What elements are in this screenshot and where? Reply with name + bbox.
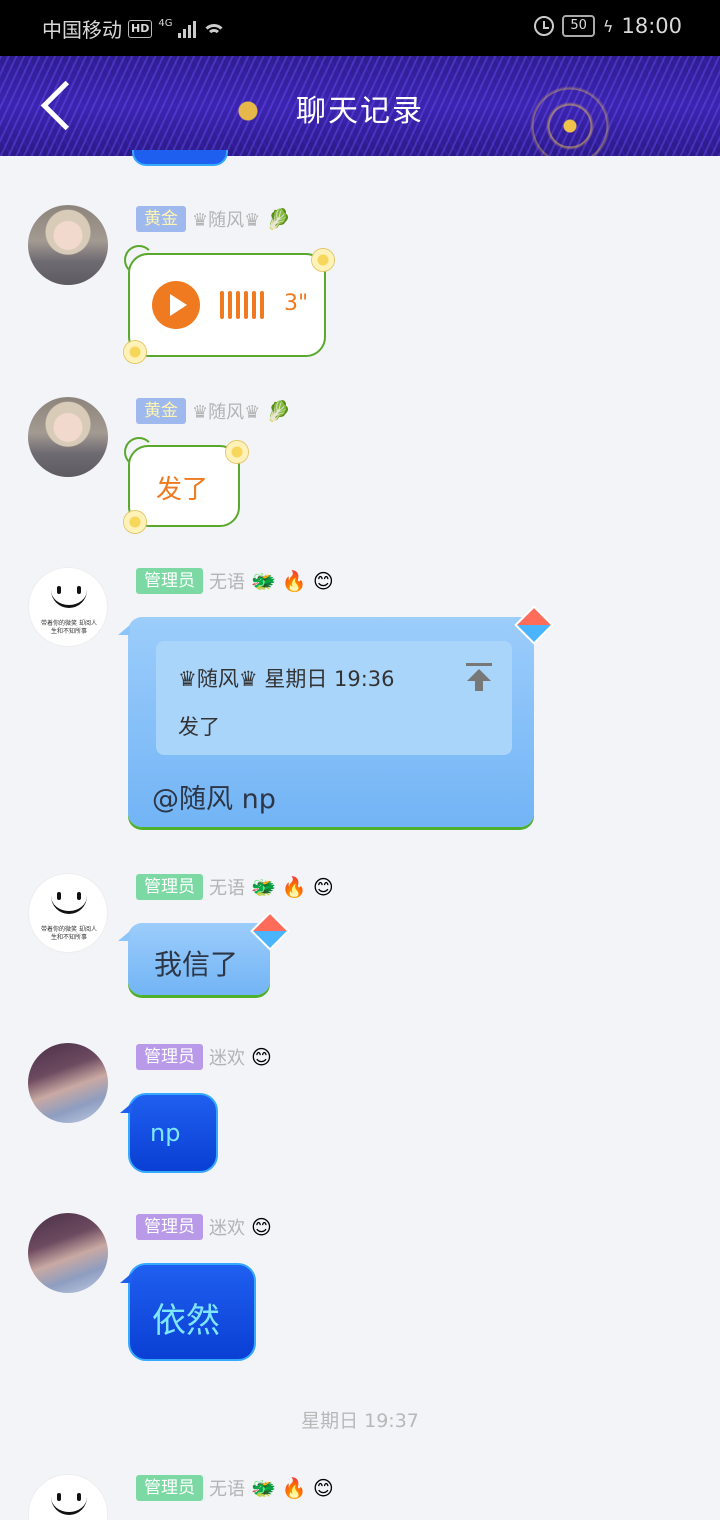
kite-icon [250, 911, 290, 951]
bubble-tail [118, 931, 130, 941]
avatar[interactable]: 带着你的微笑 却阅人生和不知所事 [28, 873, 108, 953]
dragon-icon: 🐲 [251, 1476, 276, 1500]
fire-icon: 🔥 [281, 875, 307, 899]
play-icon[interactable] [152, 281, 200, 329]
message-item: 黄金 ♛随风♛ 🥬 3" [0, 205, 720, 365]
message-item: 带着你的微笑 却阅人生和不知所事 管理员 无语 🐲 🔥 😊 ♛随风♛ 星期日 1… [0, 567, 720, 837]
nickname[interactable]: 无语 [209, 874, 245, 900]
message-text: np [150, 1119, 181, 1147]
message-bubble[interactable]: 依然 [120, 1263, 256, 1361]
message-bubble[interactable]: 发了 [124, 437, 248, 533]
message-item: 带着你的微笑 却阅人生和不知所事 管理员 无语 🐲 🔥 😊 我信了 [0, 873, 720, 1013]
fire-icon: 🔥 [281, 569, 307, 593]
flower-icon [124, 511, 146, 533]
avatar[interactable] [28, 1043, 108, 1123]
smile-icon: 😊 [251, 1045, 272, 1069]
message-text: 依然 [152, 1301, 220, 1341]
flower-icon [226, 441, 248, 463]
quoted-message[interactable]: ♛随风♛ 星期日 19:36 发了 [156, 641, 512, 755]
dragon-icon: 🐲 [251, 875, 276, 899]
charging-icon: ϟ [602, 16, 614, 36]
dragon-icon: 🐲 [251, 569, 276, 593]
nickname[interactable]: 迷欢 [209, 1214, 245, 1240]
message-bubble[interactable]: np [120, 1093, 218, 1173]
nickname[interactable]: ♛随风♛ [192, 398, 260, 424]
vine-decoration [124, 437, 154, 467]
message-meta: 管理员 无语 🐲 🔥 😊 [136, 567, 334, 595]
message-item: 管理员 迷欢 😊 依然 [0, 1213, 720, 1373]
decor-icon: 🥬 [266, 399, 292, 423]
flower-icon [312, 249, 334, 271]
wifi-icon [202, 19, 227, 39]
admin-badge: 管理员 [136, 874, 203, 900]
avatar[interactable] [28, 397, 108, 477]
vine-decoration [124, 245, 154, 275]
bubble-tail [120, 1273, 132, 1283]
network-type: 4G [158, 18, 173, 29]
status-right: 50 ϟ 18:00 [534, 14, 682, 38]
battery-icon: 50 [562, 15, 595, 37]
page-title: 聊天记录 [296, 94, 424, 129]
admin-badge: 管理员 [136, 1475, 203, 1501]
nickname[interactable]: 迷欢 [209, 1044, 245, 1070]
carrier-label: 中国移动 [42, 18, 122, 42]
hd-icon: HD [128, 19, 153, 38]
voice-wave-icon [220, 291, 264, 319]
smile-icon: 😊 [312, 1476, 334, 1500]
reply-bubble[interactable]: ♛随风♛ 星期日 19:36 发了 @随风 np [118, 605, 554, 827]
smile-icon: 😊 [312, 875, 334, 899]
header: 聊天记录 [0, 56, 720, 156]
message-bubble[interactable]: 我信了 [118, 911, 290, 995]
decor-icon: 🥬 [266, 207, 292, 231]
previous-bubble-fragment [132, 150, 228, 166]
timestamp-divider: 星期日 19:37 [301, 1410, 419, 1432]
voice-bubble[interactable]: 3" [124, 245, 334, 363]
level-badge: 黄金 [136, 398, 186, 424]
nickname[interactable]: 无语 [209, 568, 245, 594]
jump-to-top-icon[interactable] [466, 663, 492, 691]
voice-duration: 3" [284, 291, 309, 316]
message-meta: 管理员 无语 🐲 🔥 😊 [136, 873, 334, 901]
avatar-mouth [51, 1495, 87, 1515]
message-text: 发了 [156, 475, 209, 505]
bubble-tail [118, 625, 130, 635]
smile-icon: 😊 [312, 569, 334, 593]
level-badge: 黄金 [136, 206, 186, 232]
nickname[interactable]: 无语 [209, 1475, 245, 1501]
message-text: @随风 np [152, 784, 276, 815]
message-item: 黄金 ♛随风♛ 🥬 发了 [0, 397, 720, 537]
kite-icon [514, 605, 554, 645]
message-meta: 黄金 ♛随风♛ 🥬 [136, 397, 291, 425]
signal-icon [178, 20, 197, 38]
nickname[interactable]: ♛随风♛ [192, 206, 260, 232]
admin-badge: 管理员 [136, 568, 203, 594]
quote-text: 发了 [178, 715, 220, 739]
message-meta: 管理员 无语 🐲 🔥 😊 [136, 1474, 334, 1502]
message-item: 管理员 无语 🐲 🔥 😊 [0, 1474, 720, 1520]
admin-badge: 管理员 [136, 1214, 203, 1240]
avatar[interactable] [28, 205, 108, 285]
message-meta: 黄金 ♛随风♛ 🥬 [136, 205, 291, 233]
avatar-caption: 带着你的微笑 却阅人生和不知所事 [41, 926, 97, 941]
avatar-mouth [51, 588, 87, 608]
admin-badge: 管理员 [136, 1044, 203, 1070]
fire-icon: 🔥 [281, 1476, 307, 1500]
alarm-icon [534, 16, 555, 36]
status-bar: 中国移动 HD 4G 50 ϟ 18:00 [0, 0, 720, 56]
message-text: 我信了 [154, 948, 239, 981]
message-meta: 管理员 迷欢 😊 [136, 1043, 272, 1071]
message-meta: 管理员 迷欢 😊 [136, 1213, 272, 1241]
avatar-mouth [51, 894, 87, 914]
avatar-caption: 带着你的微笑 却阅人生和不知所事 [41, 620, 97, 635]
quote-header: ♛随风♛ 星期日 19:36 [178, 667, 395, 691]
flower-icon [124, 341, 146, 363]
bubble-tail [120, 1103, 132, 1113]
clock: 18:00 [621, 14, 682, 38]
avatar[interactable]: 带着你的微笑 却阅人生和不知所事 [28, 567, 108, 647]
message-item: 管理员 迷欢 😊 np [0, 1043, 720, 1183]
status-left: 中国移动 HD 4G [42, 14, 227, 43]
avatar[interactable] [28, 1474, 108, 1520]
smile-icon: 😊 [251, 1215, 272, 1239]
avatar[interactable] [28, 1213, 108, 1293]
